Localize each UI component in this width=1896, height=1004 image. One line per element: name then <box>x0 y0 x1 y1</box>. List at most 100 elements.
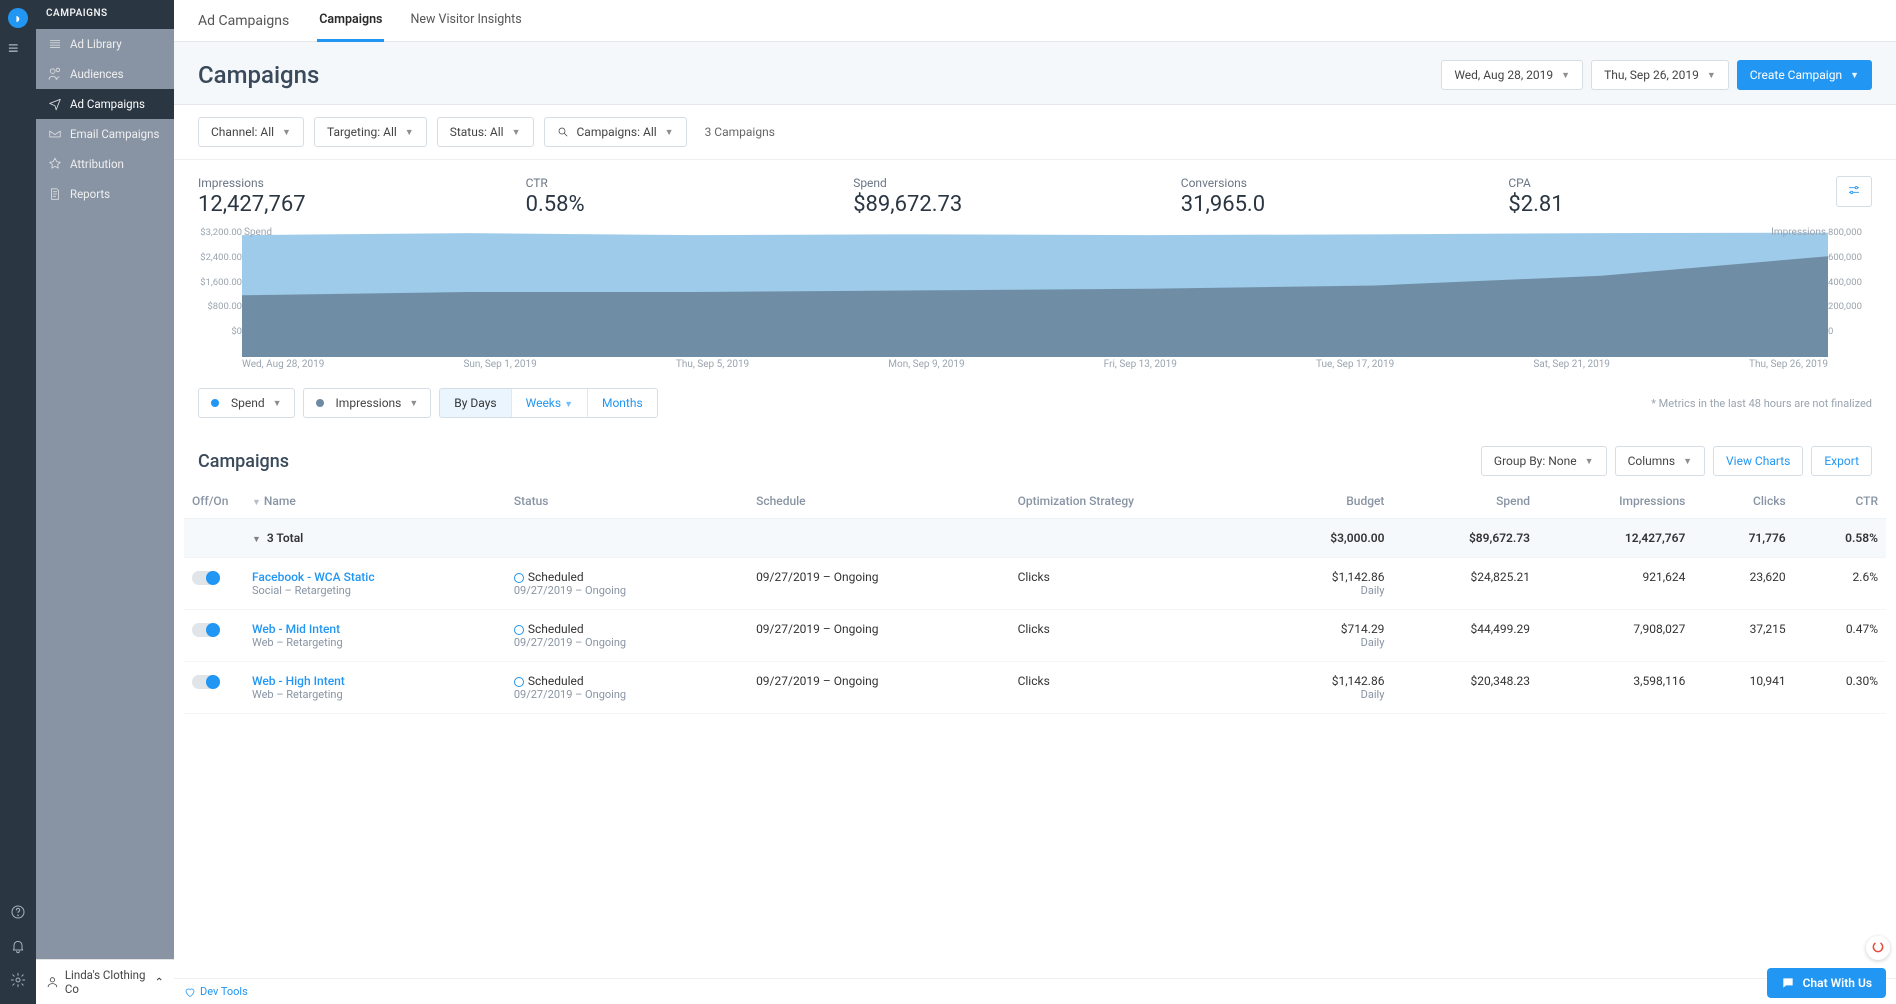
bottom-bar: Dev Tools <box>174 978 1896 1004</box>
metric-value: $89,672.73 <box>853 192 1165 217</box>
chart-note: * Metrics in the last 48 hours are not f… <box>1651 397 1872 410</box>
toggle-switch[interactable] <box>192 571 220 585</box>
sidebar-item-ad-library[interactable]: Ad Library <box>36 29 174 59</box>
create-campaign-button[interactable]: Create Campaign▼ <box>1737 60 1872 90</box>
sidebar-item-label: Attribution <box>70 157 124 171</box>
metric-label: Impressions <box>198 176 510 190</box>
chart-container: $3,200.00$2,400.00$1,600.00$800.00$0 Spe… <box>174 227 1896 378</box>
legend-impressions[interactable]: Impressions▼ <box>303 388 432 418</box>
totals-row: ▼ 3 Total$3,000.00$89,672.7312,427,76771… <box>184 519 1886 558</box>
campaigns-table: Off/On ▼ Name Status Schedule Optimizati… <box>184 484 1886 714</box>
chat-icon <box>1781 976 1795 990</box>
table-row: Web - High IntentWeb – Retargeting Sched… <box>184 662 1886 714</box>
group-by-select[interactable]: Group By: None▼ <box>1481 446 1607 476</box>
export-button[interactable]: Export <box>1811 446 1872 476</box>
floating-badge[interactable] <box>1866 936 1890 960</box>
strategy-text: Clicks <box>1010 662 1260 714</box>
metric-spend: Spend$89,672.73 <box>853 176 1165 217</box>
legend-spend[interactable]: Spend▼ <box>198 388 295 418</box>
filter-targeting[interactable]: Targeting: All▼ <box>314 117 427 147</box>
col-status[interactable]: Status <box>506 484 748 519</box>
budget-value: $1,142.86 <box>1268 570 1385 584</box>
filter-status[interactable]: Status: All▼ <box>437 117 534 147</box>
caret-down-icon: ▼ <box>512 127 521 138</box>
schedule-text: 09/27/2019 – Ongoing <box>748 558 1010 610</box>
dev-tools-link[interactable]: Dev Tools <box>184 985 248 998</box>
sidebar-item-audiences[interactable]: Audiences <box>36 59 174 89</box>
date-start-picker[interactable]: Wed, Aug 28, 2019▼ <box>1441 60 1583 90</box>
ctr-value: 2.6% <box>1794 558 1886 610</box>
caret-down-icon: ▼ <box>1683 456 1692 467</box>
filter-campaigns[interactable]: Campaigns: All▼ <box>544 117 687 147</box>
y-axis-right: 800,000600,000400,000200,0000 <box>1828 227 1872 337</box>
account-switcher[interactable]: Linda's Clothing Co ⌃ <box>36 959 174 1004</box>
campaign-subtype: Social – Retargeting <box>252 584 498 597</box>
col-schedule[interactable]: Schedule <box>748 484 1010 519</box>
sidebar-item-ad-campaigns[interactable]: Ad Campaigns <box>36 89 174 119</box>
table-header-bar: Campaigns Group By: None▼ Columns▼ View … <box>174 436 1896 484</box>
col-budget[interactable]: Budget <box>1260 484 1393 519</box>
spend-value: $20,348.23 <box>1392 662 1538 714</box>
filter-channel[interactable]: Channel: All▼ <box>198 117 304 147</box>
bell-icon[interactable] <box>10 938 26 954</box>
metric-value: 12,427,767 <box>198 192 510 217</box>
granularity-by-days[interactable]: By Days <box>440 389 511 417</box>
ctr-value: 0.47% <box>1794 610 1886 662</box>
main-content: Ad Campaigns Campaigns New Visitor Insigh… <box>174 0 1896 1004</box>
date-end-picker[interactable]: Thu, Sep 26, 2019▼ <box>1591 60 1729 90</box>
toggle-switch[interactable] <box>192 623 220 637</box>
breadcrumb: Ad Campaigns <box>198 13 289 29</box>
chat-widget[interactable]: Chat With Us <box>1767 968 1886 998</box>
impressions-value: 3,598,116 <box>1538 662 1693 714</box>
tab-new-visitor-insights[interactable]: New Visitor Insights <box>408 0 523 42</box>
metric-ctr: CTR0.58% <box>526 176 838 217</box>
hamburger-icon[interactable]: ≡ <box>8 38 28 59</box>
caret-down-icon: ▼ <box>1585 456 1594 467</box>
clicks-value: 23,620 <box>1693 558 1793 610</box>
metric-cpa: CPA$2.81 <box>1508 176 1820 217</box>
spend-value: $44,499.29 <box>1392 610 1538 662</box>
tab-campaigns[interactable]: Campaigns <box>317 0 384 42</box>
granularity-weeks[interactable]: Weeks ▼ <box>512 389 588 417</box>
status-sub: 09/27/2019 – Ongoing <box>514 688 740 701</box>
granularity-months[interactable]: Months <box>588 389 657 417</box>
nav-icon <box>48 187 62 201</box>
caret-down-icon: ▼ <box>1850 70 1859 81</box>
budget-period: Daily <box>1268 688 1385 701</box>
metric-impressions: Impressions 12,427,767 <box>198 176 510 217</box>
col-name[interactable]: ▼ Name <box>244 484 506 519</box>
metrics-settings-button[interactable] <box>1836 176 1872 207</box>
sliders-icon <box>1847 183 1861 197</box>
metrics-row: Impressions 12,427,767 CTR0.58% Spend$89,67… <box>174 160 1896 227</box>
toggle-switch[interactable] <box>192 675 220 689</box>
view-charts-button[interactable]: View Charts <box>1713 446 1803 476</box>
budget-period: Daily <box>1268 636 1385 649</box>
col-strategy[interactable]: Optimization Strategy <box>1010 484 1260 519</box>
sidebar-item-attribution[interactable]: Attribution <box>36 149 174 179</box>
columns-select[interactable]: Columns▼ <box>1615 446 1705 476</box>
col-ctr[interactable]: CTR <box>1794 484 1886 519</box>
campaign-subtype: Web – Retargeting <box>252 636 498 649</box>
col-clicks[interactable]: Clicks <box>1693 484 1793 519</box>
clicks-value: 10,941 <box>1693 662 1793 714</box>
sidebar-item-label: Ad Campaigns <box>70 97 145 111</box>
nav-icon <box>48 37 62 51</box>
gear-icon[interactable] <box>10 972 26 988</box>
search-icon <box>557 126 569 138</box>
sidebar-item-email-campaigns[interactable]: Email Campaigns <box>36 119 174 149</box>
legend-dot <box>211 399 219 407</box>
col-toggle[interactable]: Off/On <box>184 484 244 519</box>
campaign-name-link[interactable]: Web - Mid Intent <box>252 622 498 636</box>
ctr-value: 0.30% <box>1794 662 1886 714</box>
brand-logo[interactable]: ◗ <box>8 8 28 28</box>
campaign-name-link[interactable]: Facebook - WCA Static <box>252 570 498 584</box>
y-axis-left-label: Spend <box>244 227 272 238</box>
campaign-name-link[interactable]: Web - High Intent <box>252 674 498 688</box>
area-chart <box>198 227 1872 357</box>
impressions-value: 7,908,027 <box>1538 610 1693 662</box>
col-impressions[interactable]: Impressions <box>1538 484 1693 519</box>
caret-down-icon: ▼ <box>405 127 414 138</box>
col-spend[interactable]: Spend <box>1392 484 1538 519</box>
sidebar-item-reports[interactable]: Reports <box>36 179 174 209</box>
help-icon[interactable] <box>10 904 26 920</box>
